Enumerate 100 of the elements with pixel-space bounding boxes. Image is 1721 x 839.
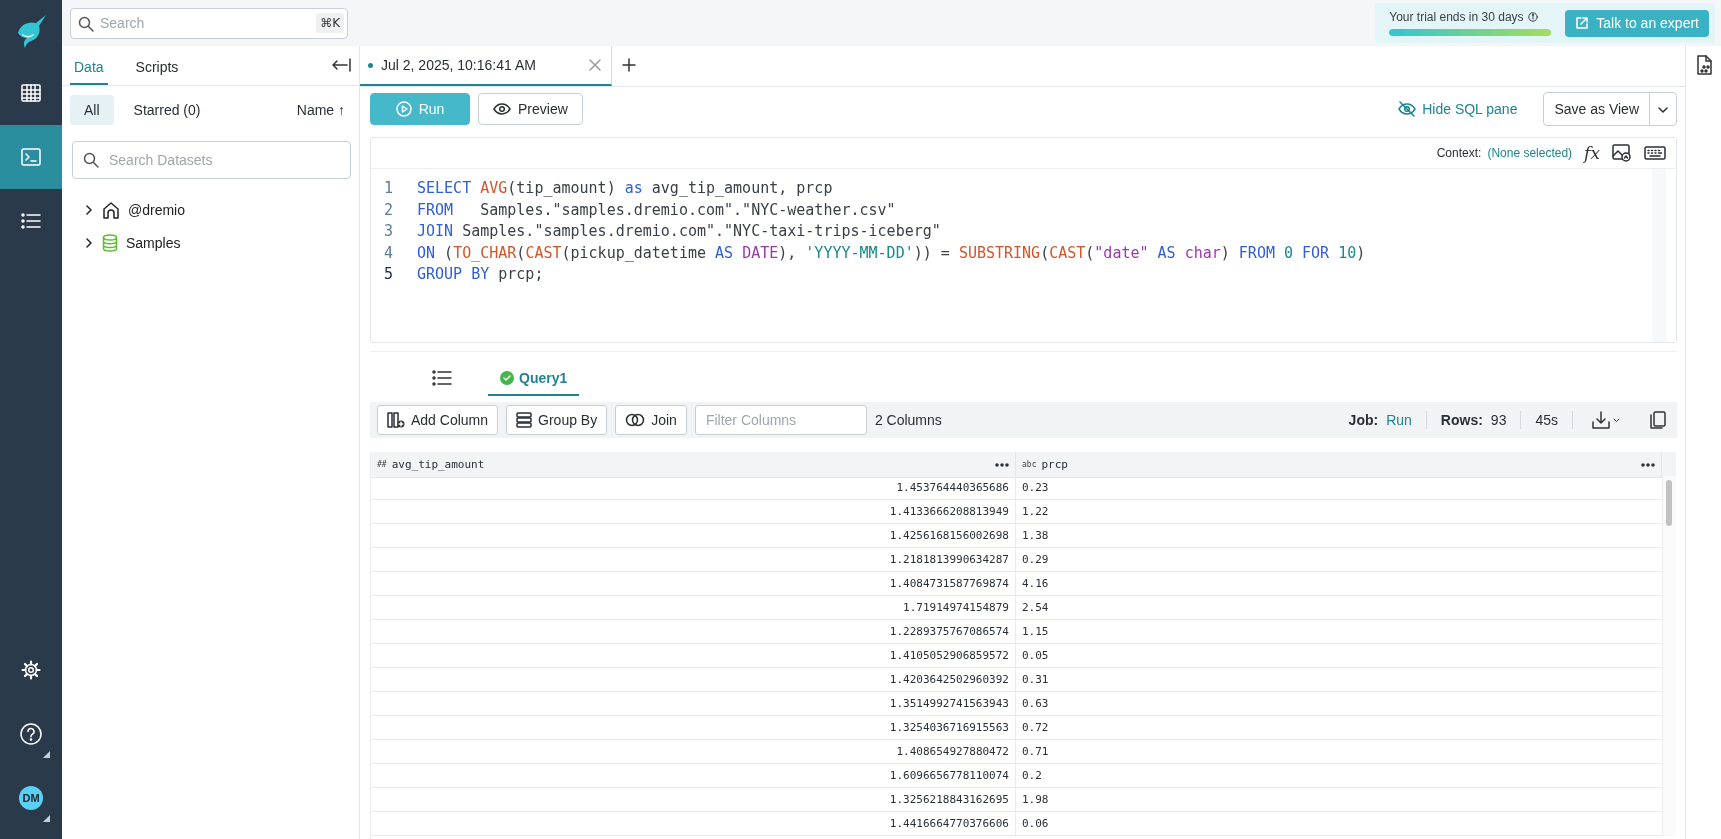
code-line: ON (TO_CHAR(CAST(pickup_datetime AS DATE), 'YYYY-MM-DD')) = SUBSTRING(CAST("date" AS char) FROM 0 FOR 10) — [417, 242, 1366, 264]
line-number: 4 — [382, 242, 393, 264]
table-cell: 0.29 — [1016, 548, 1662, 572]
help-button[interactable] — [20, 723, 42, 745]
table-cell: 1.38 — [1016, 524, 1662, 548]
table-cell: 1.408654927880472 — [371, 740, 1016, 764]
table-cell: 1.3256218843162695 — [371, 788, 1016, 812]
scrollbar-thumb[interactable] — [1666, 480, 1672, 526]
external-link-icon — [1575, 16, 1590, 30]
settings-icon — [21, 660, 41, 680]
column-type: ## — [377, 460, 387, 469]
tab-title: Jul 2, 2025, 10:16:41 AM — [381, 57, 536, 73]
tree-item[interactable]: Samples — [126, 234, 181, 251]
play-icon — [395, 101, 412, 117]
query-result-tab[interactable]: Query1 — [488, 362, 580, 396]
table-cell: 1.2181813990634287 — [371, 548, 1016, 572]
table-cell: 1.3254036716915563 — [371, 716, 1016, 740]
line-number: 5 — [382, 264, 393, 285]
join-icon — [625, 413, 646, 427]
eye-slash-icon — [1398, 101, 1417, 117]
filter-tab[interactable]: Starred (0) — [119, 95, 215, 125]
preview-button[interactable]: Preview — [478, 93, 583, 125]
context-value[interactable]: (None selected) — [1487, 146, 1573, 160]
job-label: Job: — [1348, 412, 1379, 428]
table-cell: 1.4105052906859572 — [371, 644, 1016, 668]
code-line: GROUP BY prcp; — [417, 264, 544, 285]
filter-tab[interactable]: All — [70, 95, 114, 125]
toolbar-button[interactable]: Join — [615, 405, 687, 435]
panel-tab[interactable]: Scripts — [131, 59, 183, 85]
table-cell: 0.05 — [1016, 644, 1662, 668]
table-cell: 1.4203642502960392 — [371, 668, 1016, 692]
table-cell: 1.453764440365686 — [371, 476, 1016, 500]
avatar[interactable]: DM — [19, 786, 43, 810]
terminal-icon — [21, 148, 41, 166]
line-number: 1 — [382, 178, 393, 199]
table-cell: 1.22 — [1016, 500, 1662, 524]
table-cell: 1.98 — [1016, 788, 1662, 812]
column-header[interactable]: prcp — [1041, 458, 1068, 471]
table-cell: 1.15 — [1016, 620, 1662, 644]
add-column-icon — [387, 412, 405, 428]
table-cell: 0.06 — [1016, 812, 1662, 836]
database-icon — [102, 233, 118, 252]
document-icon — [1695, 55, 1712, 75]
more-icon[interactable] — [1641, 462, 1655, 467]
chevron-down-icon — [1613, 417, 1620, 423]
table-cell: 0.63 — [1016, 692, 1662, 716]
code-line: FROM Samples."samples.dremio.com"."NYC-weather.csv" — [417, 199, 896, 221]
toolbar-button[interactable]: Add Column — [377, 405, 499, 435]
eye-icon — [493, 103, 511, 115]
help-icon — [20, 723, 42, 745]
status-dot — [368, 62, 373, 68]
job-link[interactable]: Run — [1386, 412, 1412, 428]
table-cell: 1.4084731587769874 — [371, 572, 1016, 596]
filter-columns-field[interactable]: Filter Columns — [694, 405, 867, 435]
search-icon — [83, 152, 99, 168]
table-cell: 4.16 — [1016, 572, 1662, 596]
line-number: 3 — [382, 221, 393, 242]
panel-tab[interactable]: Data — [70, 59, 108, 85]
column-header[interactable]: avg_tip_amount — [391, 458, 485, 471]
more-icon[interactable] — [995, 462, 1009, 467]
column-count: 2 Columns — [874, 412, 942, 428]
query-tab[interactable]: Jul 2, 2025, 10:16:41 AM — [360, 46, 612, 86]
context-label: Context: — [1436, 146, 1482, 160]
grid-icon — [21, 84, 41, 102]
list-icon — [432, 370, 452, 386]
info-icon — [1527, 12, 1538, 22]
table-cell: 1.4133666208813949 — [371, 500, 1016, 524]
column-type: abc — [1022, 460, 1037, 469]
tree-item[interactable]: @dremio — [128, 201, 185, 218]
table-cell: 0.71 — [1016, 740, 1662, 764]
shortcut-hint: ⌘K — [316, 12, 344, 33]
save-as-view-button[interactable]: Save as View — [1544, 93, 1649, 125]
corner-caret-icon — [43, 751, 50, 758]
settings-button[interactable] — [21, 660, 41, 680]
table-cell: 2.54 — [1016, 596, 1662, 620]
hide-sql-pane-button[interactable]: Hide SQL pane — [1392, 100, 1524, 118]
table-cell: 0.72 — [1016, 716, 1662, 740]
line-number: 2 — [382, 199, 393, 221]
table-cell: 1.71914974154879 — [371, 596, 1016, 620]
toolbar-button[interactable]: Group By — [506, 405, 608, 435]
image-icon[interactable] — [1612, 144, 1632, 162]
function-icon[interactable]: fx — [1584, 143, 1600, 163]
keyboard-icon[interactable] — [1644, 146, 1666, 160]
corner-caret-icon — [43, 815, 50, 822]
table-cell: 0.2 — [1016, 764, 1662, 788]
dataset-search-field[interactable]: Search Datasets — [72, 141, 351, 179]
search-icon — [78, 15, 94, 32]
table-cell: 0.31 — [1016, 668, 1662, 692]
sort-button[interactable]: Name ↑ — [290, 101, 351, 119]
table-cell: 1.3514992741563943 — [371, 692, 1016, 716]
chevron-down-icon — [1657, 106, 1669, 114]
copy-icon — [1650, 411, 1666, 429]
table-cell: 1.4256168156002698 — [371, 524, 1016, 548]
code-line: JOIN Samples."samples.dremio.com"."NYC-taxi-trips-iceberg" — [417, 221, 941, 242]
row-count: 93 — [1490, 412, 1507, 428]
list-icon — [21, 213, 41, 229]
close-icon[interactable] — [589, 59, 601, 71]
check-circle-icon — [500, 371, 514, 385]
plus-icon — [622, 57, 636, 72]
collapse-arrow-icon — [331, 57, 351, 73]
